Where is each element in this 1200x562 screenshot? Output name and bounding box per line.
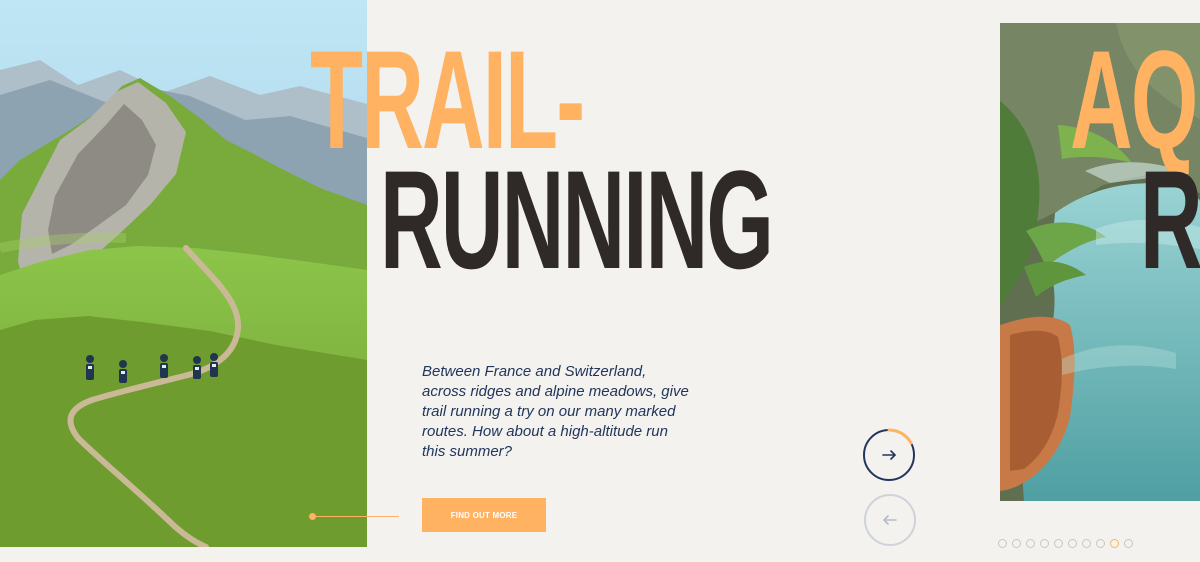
pagination-dot-7[interactable] [1082,539,1091,548]
carousel-page: TRAIL- RUNNING AQ R Between France and S… [0,0,1200,562]
pagination-dot-6[interactable] [1068,539,1077,548]
page-bottom-strip [0,548,1200,562]
pagination-dot-9[interactable] [1110,539,1119,548]
pagination-dot-1[interactable] [998,539,1007,548]
slide-title-line-2: RUNNING [380,141,774,298]
pagination-dot-2[interactable] [1012,539,1021,548]
arrow-left-icon [883,515,897,525]
pagination-dot-10[interactable] [1124,539,1133,548]
pagination-dot-8[interactable] [1096,539,1105,548]
pagination-dot-3[interactable] [1026,539,1035,548]
arrow-right-icon [882,450,896,460]
carousel-pagination [998,539,1133,548]
previous-slide-button[interactable] [863,493,917,547]
pagination-dot-4[interactable] [1040,539,1049,548]
next-slide-title-line-2: R [1140,141,1200,298]
find-out-more-button[interactable]: FIND OUT MORE [422,498,546,532]
cta-connector-dot [309,513,316,520]
slide-description: Between France and Switzerland, across r… [422,363,689,460]
pagination-dot-5[interactable] [1054,539,1063,548]
cta-connector-line [313,516,399,517]
next-slide-button[interactable] [862,428,916,482]
